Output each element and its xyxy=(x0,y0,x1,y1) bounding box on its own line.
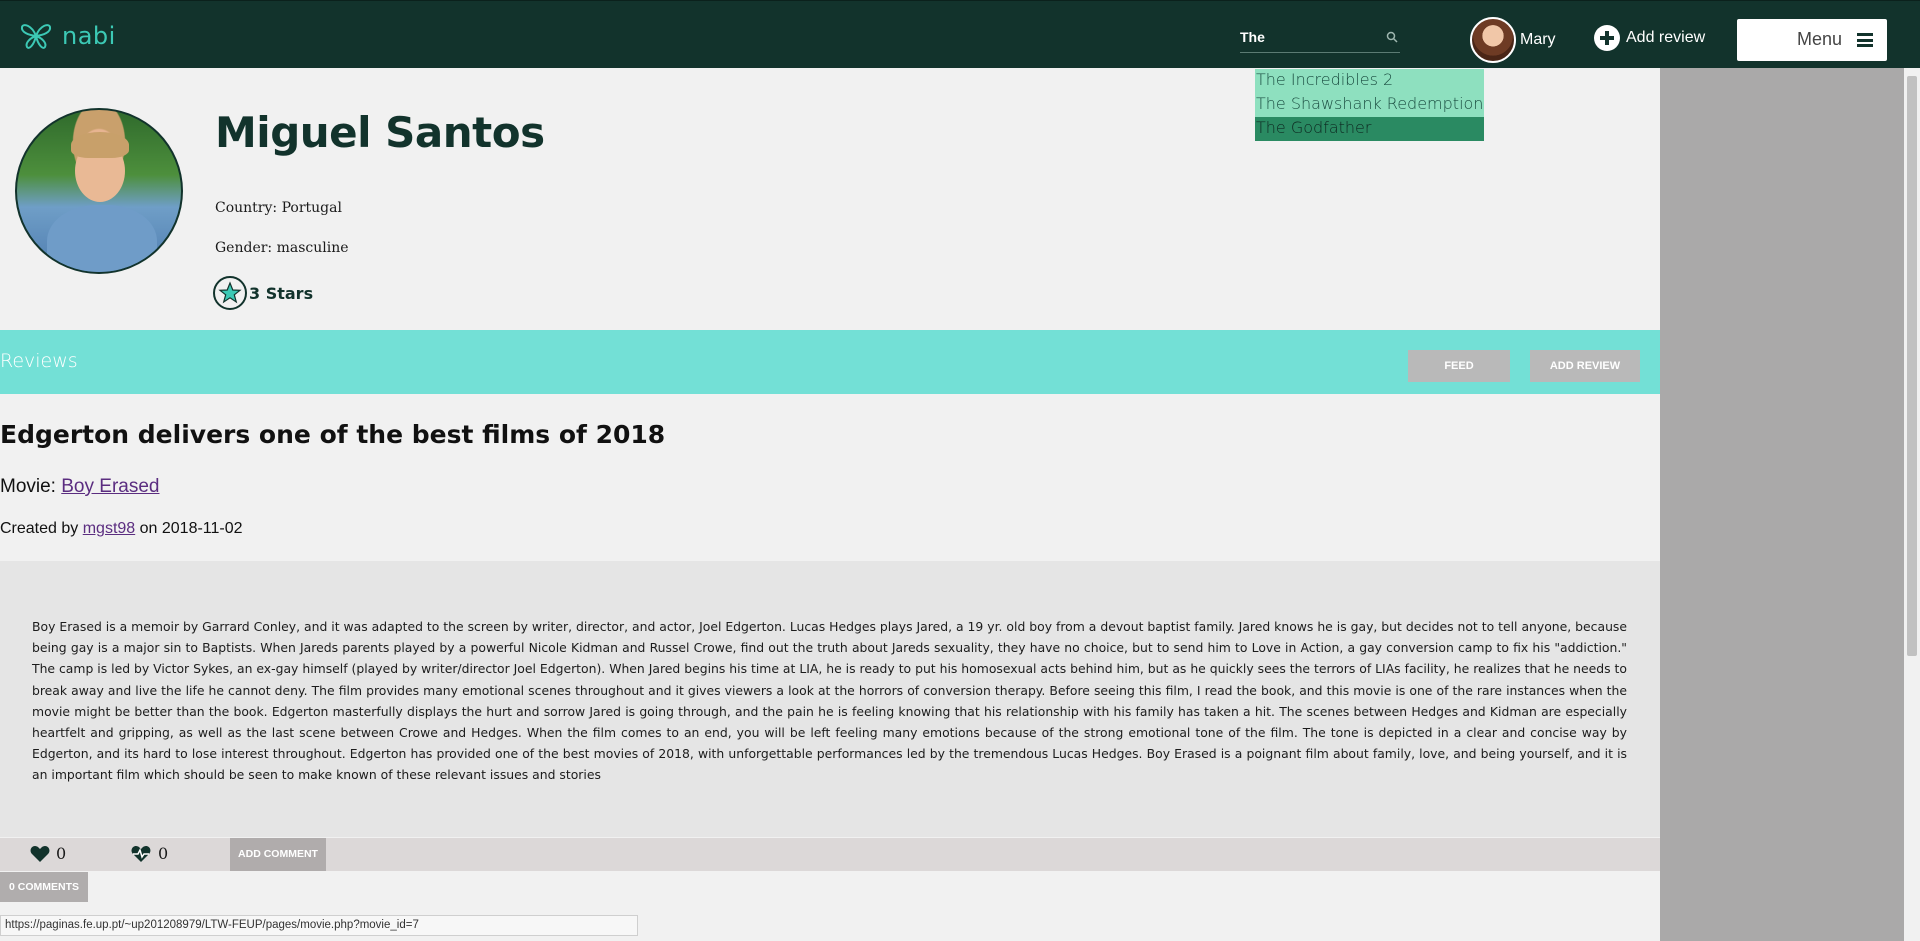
profile-country: Country: Portugal xyxy=(215,200,342,216)
review-actions: 0 0 ADD COMMENT xyxy=(0,838,1660,871)
search-box xyxy=(1240,25,1400,53)
search-result-item[interactable]: The Incredibles 2 xyxy=(1255,69,1485,93)
feed-button[interactable]: FEED xyxy=(1408,350,1510,382)
author-link[interactable]: mgst98 xyxy=(83,520,135,537)
brand-name: nabi xyxy=(62,22,116,50)
review-title: Edgerton delivers one of the best films … xyxy=(0,420,666,449)
add-review-button[interactable]: ADD REVIEW xyxy=(1530,350,1640,382)
review-date: 2018-11-02 xyxy=(161,520,243,537)
search-results-dropdown: The Incredibles 2 The Shawshank Redempti… xyxy=(1255,69,1485,141)
heart-icon xyxy=(30,845,50,862)
user-name: Mary xyxy=(1520,31,1556,48)
star-icon xyxy=(213,276,247,310)
comments-toggle-button[interactable]: 0 COMMENTS xyxy=(0,872,88,902)
top-navbar: nabi Mary Add review Menu xyxy=(0,0,1920,68)
avatar xyxy=(1470,17,1516,63)
movie-link[interactable]: Boy Erased xyxy=(61,476,159,497)
heartbeat-count: 0 xyxy=(158,844,169,863)
brand-logo[interactable]: nabi xyxy=(20,21,116,51)
add-review-label: Add review xyxy=(1626,29,1706,46)
user-profile-link[interactable]: Mary xyxy=(1470,17,1556,63)
page-scrollbar[interactable] xyxy=(1904,68,1920,941)
review-movie: Movie: Boy Erased xyxy=(0,476,159,498)
like-button[interactable]: 0 xyxy=(30,844,66,863)
profile-photo xyxy=(15,108,183,274)
add-comment-button[interactable]: ADD COMMENT xyxy=(230,838,326,871)
search-result-item[interactable]: The Godfather xyxy=(1255,117,1485,141)
menu-label: Menu xyxy=(1797,29,1843,49)
profile-name: Miguel Santos xyxy=(215,108,545,157)
butterfly-icon xyxy=(20,24,52,49)
add-review-link[interactable]: Add review xyxy=(1594,25,1705,51)
created-prefix: Created by xyxy=(0,520,83,537)
plus-circle-icon xyxy=(1594,25,1620,51)
reviews-title: Reviews xyxy=(0,350,78,372)
search-icon[interactable] xyxy=(1386,31,1398,43)
search-result-item[interactable]: The Shawshank Redemption xyxy=(1255,93,1485,117)
profile-stars: 3 Stars xyxy=(213,276,313,310)
hamburger-icon xyxy=(1857,33,1873,47)
review-created: Created by mgst98 on 2018-11-02 xyxy=(0,520,243,538)
heartbeat-like-button[interactable]: 0 xyxy=(130,844,168,863)
profile-gender: Gender: masculine xyxy=(215,240,349,256)
review-body: Boy Erased is a memoir by Garrard Conley… xyxy=(0,561,1660,837)
date-prefix: on xyxy=(135,520,162,537)
review-text: Boy Erased is a memoir by Garrard Conley… xyxy=(32,619,1627,783)
menu-button[interactable]: Menu xyxy=(1737,19,1887,61)
stars-label: 3 Stars xyxy=(249,283,314,303)
scrollbar-thumb[interactable] xyxy=(1907,76,1917,656)
reviews-bar: Reviews FEED ADD REVIEW xyxy=(0,330,1660,394)
right-side-panel xyxy=(1660,68,1904,941)
heartbeat-icon xyxy=(131,845,151,862)
movie-prefix: Movie: xyxy=(0,476,62,497)
status-bar-url: https://paginas.fe.up.pt/~up201208979/LT… xyxy=(0,915,638,936)
like-count: 0 xyxy=(56,844,67,863)
search-input[interactable] xyxy=(1240,25,1380,49)
